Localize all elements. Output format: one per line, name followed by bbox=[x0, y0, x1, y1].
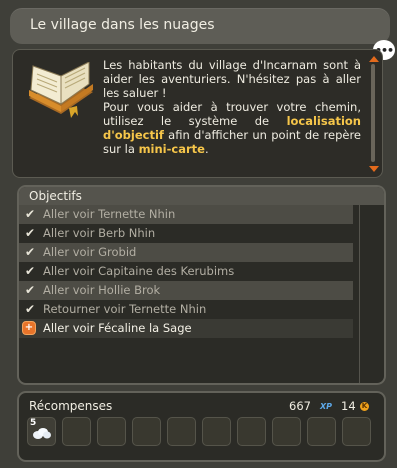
check-icon: ✔ bbox=[25, 264, 36, 278]
objective-label: Aller voir Berb Nhin bbox=[43, 226, 156, 240]
cloud-item-icon bbox=[33, 428, 51, 439]
objective-item[interactable]: ✔ Aller voir Hollie Brok bbox=[19, 281, 353, 300]
objectives-panel: Objectifs ✔ Aller voir Ternette Nhin ✔ A… bbox=[17, 185, 386, 385]
reward-slot-empty[interactable] bbox=[97, 417, 126, 446]
objective-label: Aller voir Capitaine des Kerubims bbox=[43, 264, 235, 278]
mini-map-link[interactable]: mini-carte bbox=[139, 142, 205, 156]
objective-item[interactable]: ✔ Aller voir Ternette Nhin bbox=[19, 205, 353, 224]
reward-slot-empty[interactable] bbox=[272, 417, 301, 446]
quest-window: Le village dans les nuages ••• Les habit… bbox=[0, 0, 397, 468]
reward-slot-1[interactable]: 5 bbox=[27, 417, 56, 446]
scroll-track[interactable] bbox=[371, 64, 375, 162]
dialog-scrollbar[interactable] bbox=[368, 56, 379, 172]
objective-label: Retourner voir Ternette Nhin bbox=[43, 302, 207, 316]
reward-slots: 5 bbox=[27, 417, 379, 447]
kamas-value: 14 bbox=[341, 399, 356, 413]
book-icon bbox=[29, 62, 93, 118]
objective-item[interactable]: ✔ Aller voir Grobid bbox=[19, 243, 353, 262]
dialog-paragraph-1: Les habitants du village d'Incarnam sont… bbox=[103, 58, 361, 100]
reward-slot-empty[interactable] bbox=[307, 417, 336, 446]
objective-label: Aller voir Grobid bbox=[43, 245, 137, 259]
check-icon: ✔ bbox=[25, 302, 36, 316]
objective-label: Aller voir Hollie Brok bbox=[43, 283, 161, 297]
check-icon: ✔ bbox=[25, 245, 36, 259]
objective-label: Aller voir Fécaline la Sage bbox=[43, 321, 192, 335]
npc-dialog: Les habitants du village d'Incarnam sont… bbox=[12, 49, 383, 178]
title-bar: Le village dans les nuages bbox=[10, 8, 390, 44]
objectives-header: Objectifs bbox=[19, 187, 384, 205]
rewards-title: Récompenses bbox=[29, 399, 113, 413]
check-icon: ✔ bbox=[25, 226, 36, 240]
rewards-panel: Récompenses 667 XP 14 K 5 bbox=[17, 391, 386, 462]
objective-item[interactable]: ✔ Retourner voir Ternette Nhin bbox=[19, 300, 353, 319]
check-icon: ✔ bbox=[25, 207, 36, 221]
reward-slot-empty[interactable] bbox=[167, 417, 196, 446]
check-icon: ✔ bbox=[25, 283, 36, 297]
objective-label: Aller voir Ternette Nhin bbox=[43, 207, 176, 221]
dialog-text: Les habitants du village d'Incarnam sont… bbox=[103, 58, 361, 156]
objective-item[interactable]: ✔ Aller voir Capitaine des Kerubims bbox=[19, 262, 353, 281]
scroll-down-arrow-icon[interactable] bbox=[369, 166, 379, 172]
locate-objective-icon[interactable]: + bbox=[22, 321, 36, 335]
kamas-icon: K bbox=[360, 402, 369, 411]
reward-slot-empty[interactable] bbox=[237, 417, 266, 446]
scroll-up-arrow-icon[interactable] bbox=[369, 56, 379, 62]
objective-item-active[interactable]: + Aller voir Fécaline la Sage bbox=[19, 319, 353, 338]
xp-icon: XP bbox=[320, 402, 333, 411]
objective-item[interactable]: ✔ Aller voir Berb Nhin bbox=[19, 224, 353, 243]
dialog-paragraph-2-end: . bbox=[204, 142, 209, 156]
objectives-scrollbar[interactable] bbox=[359, 205, 378, 383]
reward-slot-empty[interactable] bbox=[132, 417, 161, 446]
xp-value: 667 bbox=[289, 399, 311, 413]
reward-slot-empty[interactable] bbox=[342, 417, 371, 446]
reward-slot-empty[interactable] bbox=[62, 417, 91, 446]
reward-slot-empty[interactable] bbox=[202, 417, 231, 446]
quest-title: Le village dans les nuages bbox=[30, 17, 215, 33]
